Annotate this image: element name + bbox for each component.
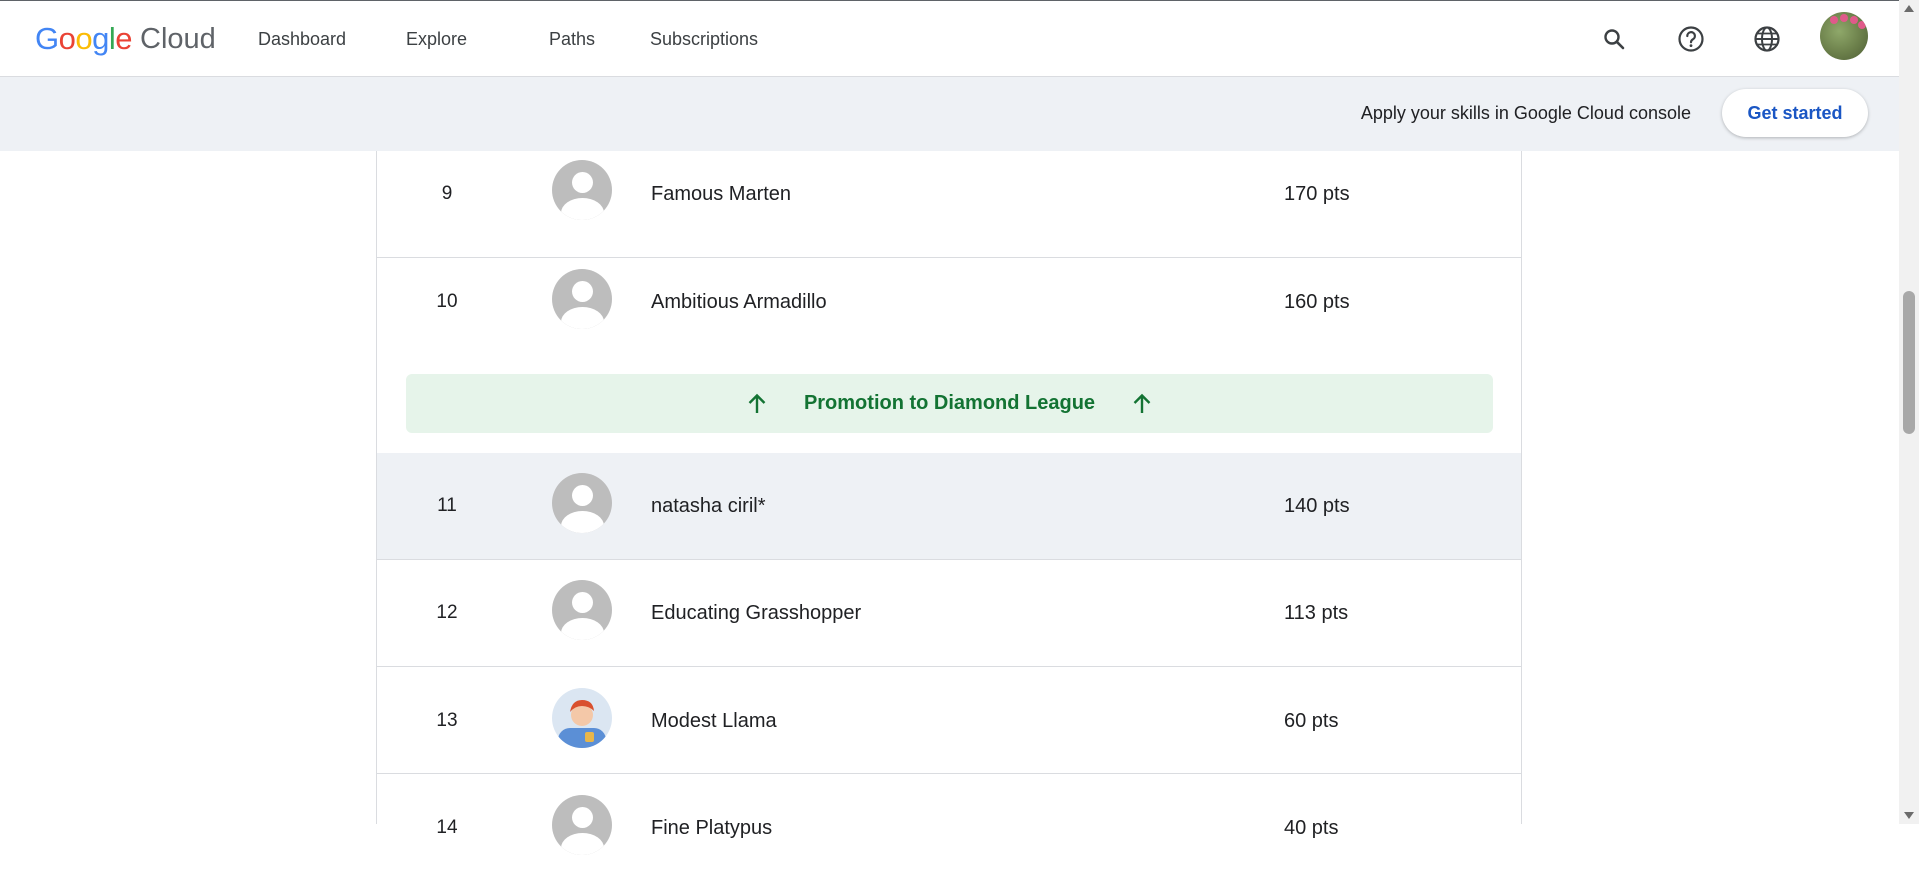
account-avatar[interactable] [1820, 12, 1868, 60]
player-points: 40 pts [1284, 817, 1339, 839]
get-started-button[interactable]: Get started [1722, 89, 1868, 137]
search-icon[interactable] [1594, 19, 1634, 59]
player-points: 160 pts [1284, 291, 1350, 313]
default-avatar-icon [552, 473, 612, 533]
player-points: 140 pts [1284, 495, 1350, 517]
leaderboard-row: 9 Famous Marten 170 pts [377, 151, 1521, 258]
promotion-zone-banner: Promotion to Diamond League [406, 374, 1493, 433]
default-avatar-icon [552, 160, 612, 220]
player-name: Educating Grasshopper [651, 602, 862, 624]
console-promo-banner: Apply your skills in Google Cloud consol… [0, 77, 1899, 151]
arrow-up-icon [1133, 393, 1151, 413]
cartoon-avatar-icon [552, 688, 612, 748]
leaderboard-table: 9 Famous Marten 170 pts 10 Ambitious Arm… [376, 151, 1522, 855]
promo-text: Apply your skills in Google Cloud consol… [1360, 103, 1691, 123]
player-name: Fine Platypus [651, 817, 773, 839]
leaderboard-row: 12 Educating Grasshopper 113 pts [377, 560, 1521, 667]
scroll-down-arrow-icon[interactable] [1904, 812, 1914, 819]
leaderboard-row: 13 Modest Llama 60 pts [377, 667, 1521, 774]
scroll-up-arrow-icon[interactable] [1904, 5, 1914, 12]
scrollbar-thumb[interactable] [1903, 291, 1915, 434]
rank-number: 10 [436, 291, 458, 312]
promotion-label: Promotion to Diamond League [803, 392, 1096, 414]
player-points: 170 pts [1284, 183, 1350, 205]
nav-subscriptions[interactable]: Subscriptions [650, 29, 758, 50]
default-avatar-icon [552, 580, 612, 640]
logo-cloud-text: Cloud [140, 22, 216, 55]
default-avatar-icon [552, 795, 612, 855]
player-points: 113 pts [1284, 602, 1349, 624]
rank-number: 13 [436, 710, 458, 731]
rank-number: 14 [436, 817, 458, 838]
nav-explore[interactable]: Explore [406, 29, 467, 50]
google-cloud-logo[interactable]: Google Cloud [35, 21, 216, 57]
language-icon[interactable] [1747, 19, 1787, 59]
default-avatar-icon [552, 269, 612, 329]
player-points: 60 pts [1284, 710, 1339, 732]
player-name: natasha ciril* [651, 495, 766, 517]
rank-number: 9 [441, 183, 453, 204]
player-name: Famous Marten [651, 183, 792, 205]
nav-paths[interactable]: Paths [549, 29, 595, 50]
rank-number: 12 [436, 602, 458, 623]
player-name: Ambitious Armadillo [651, 291, 827, 313]
player-name: Modest Llama [651, 710, 777, 732]
help-icon[interactable] [1671, 19, 1711, 59]
leaderboard-row: 10 Ambitious Armadillo 160 pts [377, 258, 1521, 365]
arrow-up-icon [748, 393, 766, 413]
leaderboard-row: 14 Fine Platypus 40 pts [377, 774, 1521, 881]
top-app-bar: Google Cloud Dashboard Explore Paths Sub… [0, 0, 1899, 77]
leaderboard-row-current-user: 11 natasha ciril* 140 pts [377, 453, 1521, 560]
page-scrollbar[interactable] [1899, 0, 1919, 824]
nav-dashboard[interactable]: Dashboard [258, 29, 346, 50]
rank-number: 11 [437, 495, 457, 516]
logo-google-text: Google [35, 21, 133, 56]
